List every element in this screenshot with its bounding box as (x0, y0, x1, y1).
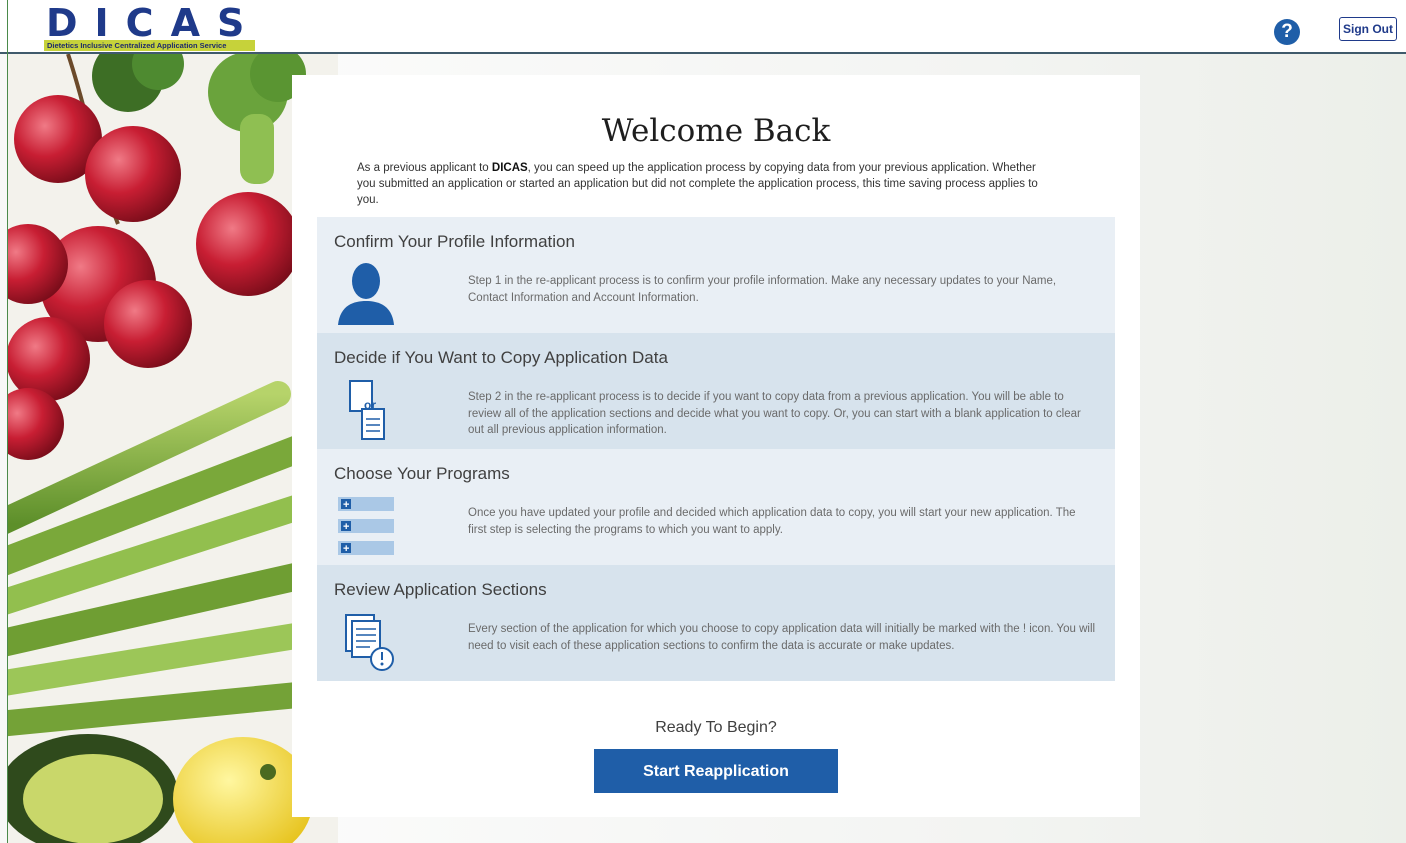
program-list-icon: + + + (338, 497, 394, 555)
svg-text:+: + (343, 543, 349, 555)
copy-documents-icon: or (349, 380, 385, 440)
step-copy-data: Decide if You Want to Copy Application D… (317, 333, 1115, 449)
step-choose-programs: Choose Your Programs + + + Once you have… (317, 449, 1115, 565)
ready-prompt: Ready To Begin? (655, 719, 777, 736)
welcome-card: Welcome Back As a previous applicant to … (292, 75, 1140, 817)
svg-text:+: + (343, 521, 349, 533)
intro-brand: DICAS (491, 162, 528, 174)
step-title: Review Application Sections (334, 580, 547, 599)
step-title: Confirm Your Profile Information (334, 232, 575, 251)
step-confirm-profile: Confirm Your Profile Information Step 1 … (317, 217, 1115, 333)
step-description: Once you have updated your profile and d… (468, 507, 1076, 536)
logo-wordmark: DICAS (46, 1, 262, 45)
user-icon (338, 263, 394, 325)
intro-paragraph: As a previous applicant to DICAS, you ca… (357, 160, 1057, 208)
step-description: Every section of the application for whi… (468, 623, 1096, 652)
step-title: Decide if You Want to Copy Application D… (334, 348, 668, 367)
step-title: Choose Your Programs (334, 464, 510, 483)
step-description: Step 2 in the re-applicant process is to… (468, 391, 1081, 436)
step-review-sections: Review Application Sections Every sectio… (317, 565, 1115, 681)
or-label: or (364, 398, 376, 412)
page-title: Welcome Back (601, 113, 831, 149)
intro-prefix: As a previous applicant to (357, 162, 492, 174)
produce-image (8, 54, 338, 843)
step-description: Step 1 in the re-applicant process is to… (468, 275, 1057, 304)
left-edge-rule (7, 0, 8, 843)
svg-text:+: + (343, 499, 349, 511)
dicas-logo[interactable]: DICAS Dietetics Inclusive Centralized Ap… (44, 1, 262, 51)
start-reapplication-button[interactable]: Start Reapplication (594, 749, 838, 793)
sign-out-button[interactable]: Sign Out (1339, 17, 1397, 41)
review-document-icon (345, 614, 394, 671)
top-header: DICAS Dietetics Inclusive Centralized Ap… (0, 0, 1406, 54)
logo-tagline: Dietetics Inclusive Centralized Applicat… (44, 40, 255, 51)
help-icon[interactable]: ? (1274, 19, 1300, 45)
